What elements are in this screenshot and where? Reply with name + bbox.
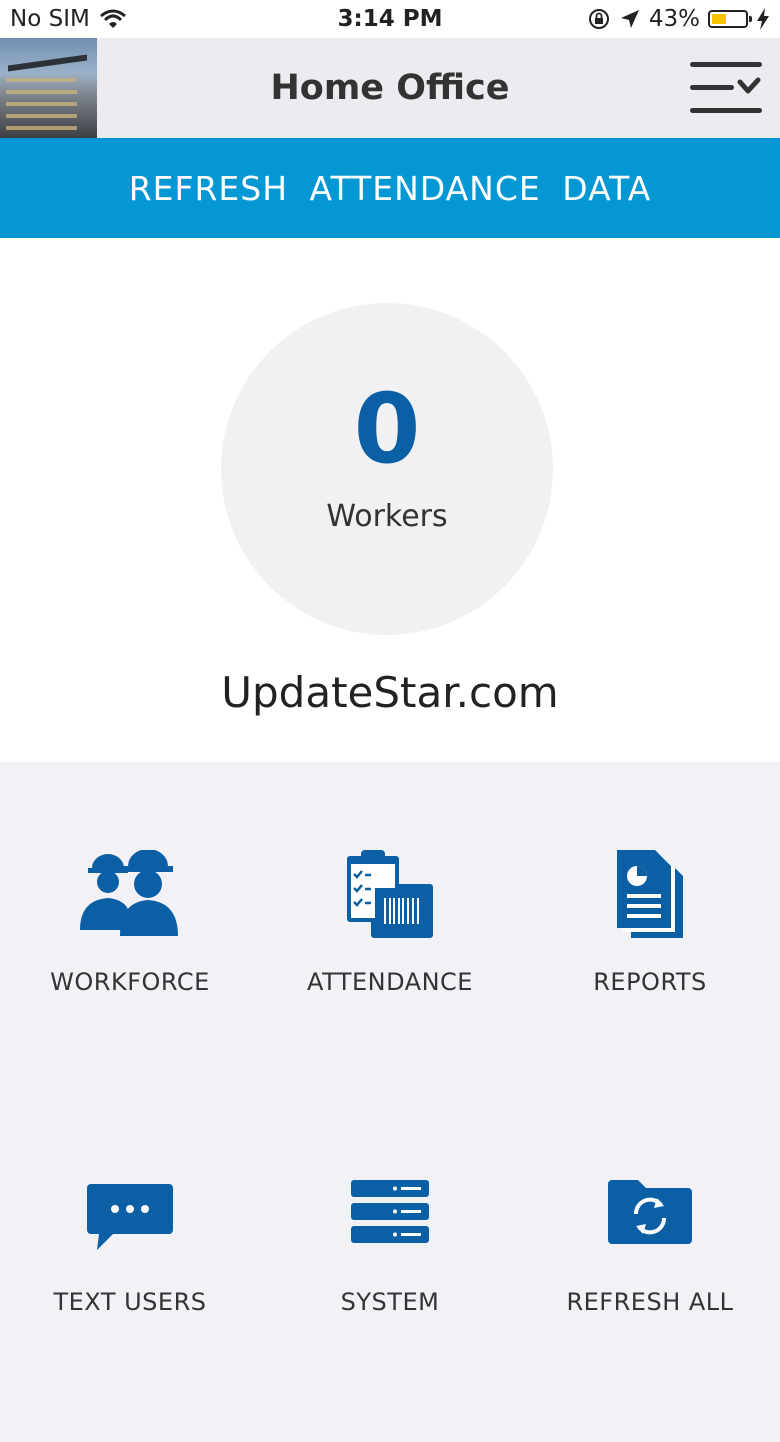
tile-label-reports: REPORTS [593, 968, 707, 996]
worker-summary: 0 Workers UpdateStar.com [0, 238, 780, 762]
workers-hardhat-icon [80, 850, 178, 936]
tile-system[interactable]: SYSTEM [260, 1142, 520, 1442]
folder-refresh-icon [608, 1180, 692, 1244]
server-icon [351, 1180, 429, 1243]
location-arrow-icon [620, 10, 639, 28]
tile-text-users[interactable]: TEXT USERS [0, 1142, 260, 1442]
worker-count: 0 [353, 373, 421, 485]
battery-icon [708, 10, 752, 28]
tile-attendance[interactable]: ATTENDANCE [260, 822, 520, 1122]
battery-fill [712, 14, 726, 24]
clipboard-barcode-icon [347, 850, 433, 938]
tile-workforce[interactable]: WORKFORCE [0, 822, 260, 1122]
report-document-icon [617, 850, 683, 938]
page-title: Home Office [270, 68, 510, 108]
tile-label-workforce: WORKFORCE [50, 968, 210, 996]
menu-dropdown-icon [690, 62, 762, 113]
tile-refresh-all[interactable]: REFRESH ALL [520, 1142, 780, 1442]
status-bar: No SIM 3:14 PM 43% [0, 0, 780, 38]
worker-count-label: Workers [326, 499, 448, 534]
app-header: Home Office [0, 38, 780, 138]
menu-button[interactable] [688, 60, 766, 116]
charging-bolt-icon [757, 8, 769, 30]
refresh-attendance-button[interactable]: REFRESH ATTENDANCE DATA [0, 138, 780, 238]
tile-label-text-users: TEXT USERS [53, 1288, 207, 1316]
tile-label-system: SYSTEM [340, 1288, 440, 1316]
watermark: UpdateStar.com [221, 668, 559, 717]
tile-reports[interactable]: REPORTS [520, 822, 780, 1122]
worker-count-circle: 0 Workers [221, 303, 553, 635]
battery-percent: 43% [648, 6, 700, 32]
tile-label-attendance: ATTENDANCE [307, 968, 473, 996]
orientation-lock-icon [588, 9, 609, 29]
tile-label-refresh-all: REFRESH ALL [566, 1288, 734, 1316]
chat-bubble-icon [87, 1184, 173, 1250]
menu-grid: WORKFORCE ATTENDANCE REPORTS TEXT USERS … [0, 762, 780, 1387]
